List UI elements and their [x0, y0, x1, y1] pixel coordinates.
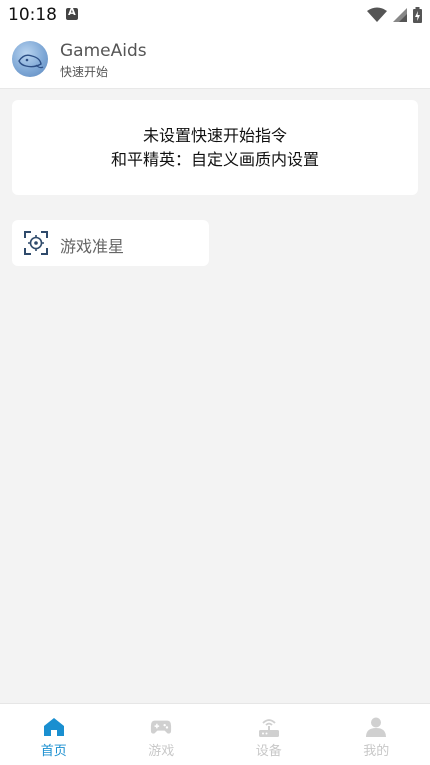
quick-start-game-setting-text: 和平精英：自定义画质内设置: [111, 148, 319, 172]
app-subtitle: 快速开始: [60, 63, 108, 80]
nav-label-games: 游戏: [148, 740, 174, 759]
avatar[interactable]: [12, 41, 48, 77]
nav-label-me: 我的: [363, 740, 389, 759]
app-title: GameAids: [60, 41, 147, 61]
status-icons: [367, 6, 422, 24]
nav-item-devices[interactable]: 设备: [215, 704, 323, 765]
battery-charging-icon: [413, 7, 422, 23]
quick-start-card[interactable]: 未设置快速开始指令 和平精英：自定义画质内设置: [12, 100, 418, 195]
nav-item-me[interactable]: 我的: [323, 704, 430, 765]
gamepad-icon: [150, 716, 172, 738]
app-header: GameAids 快速开始: [0, 30, 430, 89]
bottom-nav: 首页 游戏 设备 我的: [0, 703, 430, 765]
nav-label-devices: 设备: [256, 740, 282, 759]
status-bar: 10:18: [0, 0, 430, 30]
person-icon: [365, 716, 387, 738]
nav-item-home[interactable]: 首页: [0, 704, 108, 765]
crosshair-label: 游戏准星: [60, 233, 124, 257]
crosshair-icon: [24, 231, 48, 255]
nav-label-home: 首页: [41, 740, 67, 759]
quick-start-status-text: 未设置快速开始指令: [143, 124, 287, 148]
router-icon: [258, 716, 280, 738]
home-icon: [43, 716, 65, 738]
wifi-icon: [367, 7, 387, 23]
notification-a-icon: [66, 8, 78, 20]
signal-icon: [393, 8, 407, 22]
game-crosshair-button[interactable]: 游戏准星: [12, 220, 209, 266]
status-time: 10:18: [8, 5, 57, 25]
nav-item-games[interactable]: 游戏: [108, 704, 216, 765]
